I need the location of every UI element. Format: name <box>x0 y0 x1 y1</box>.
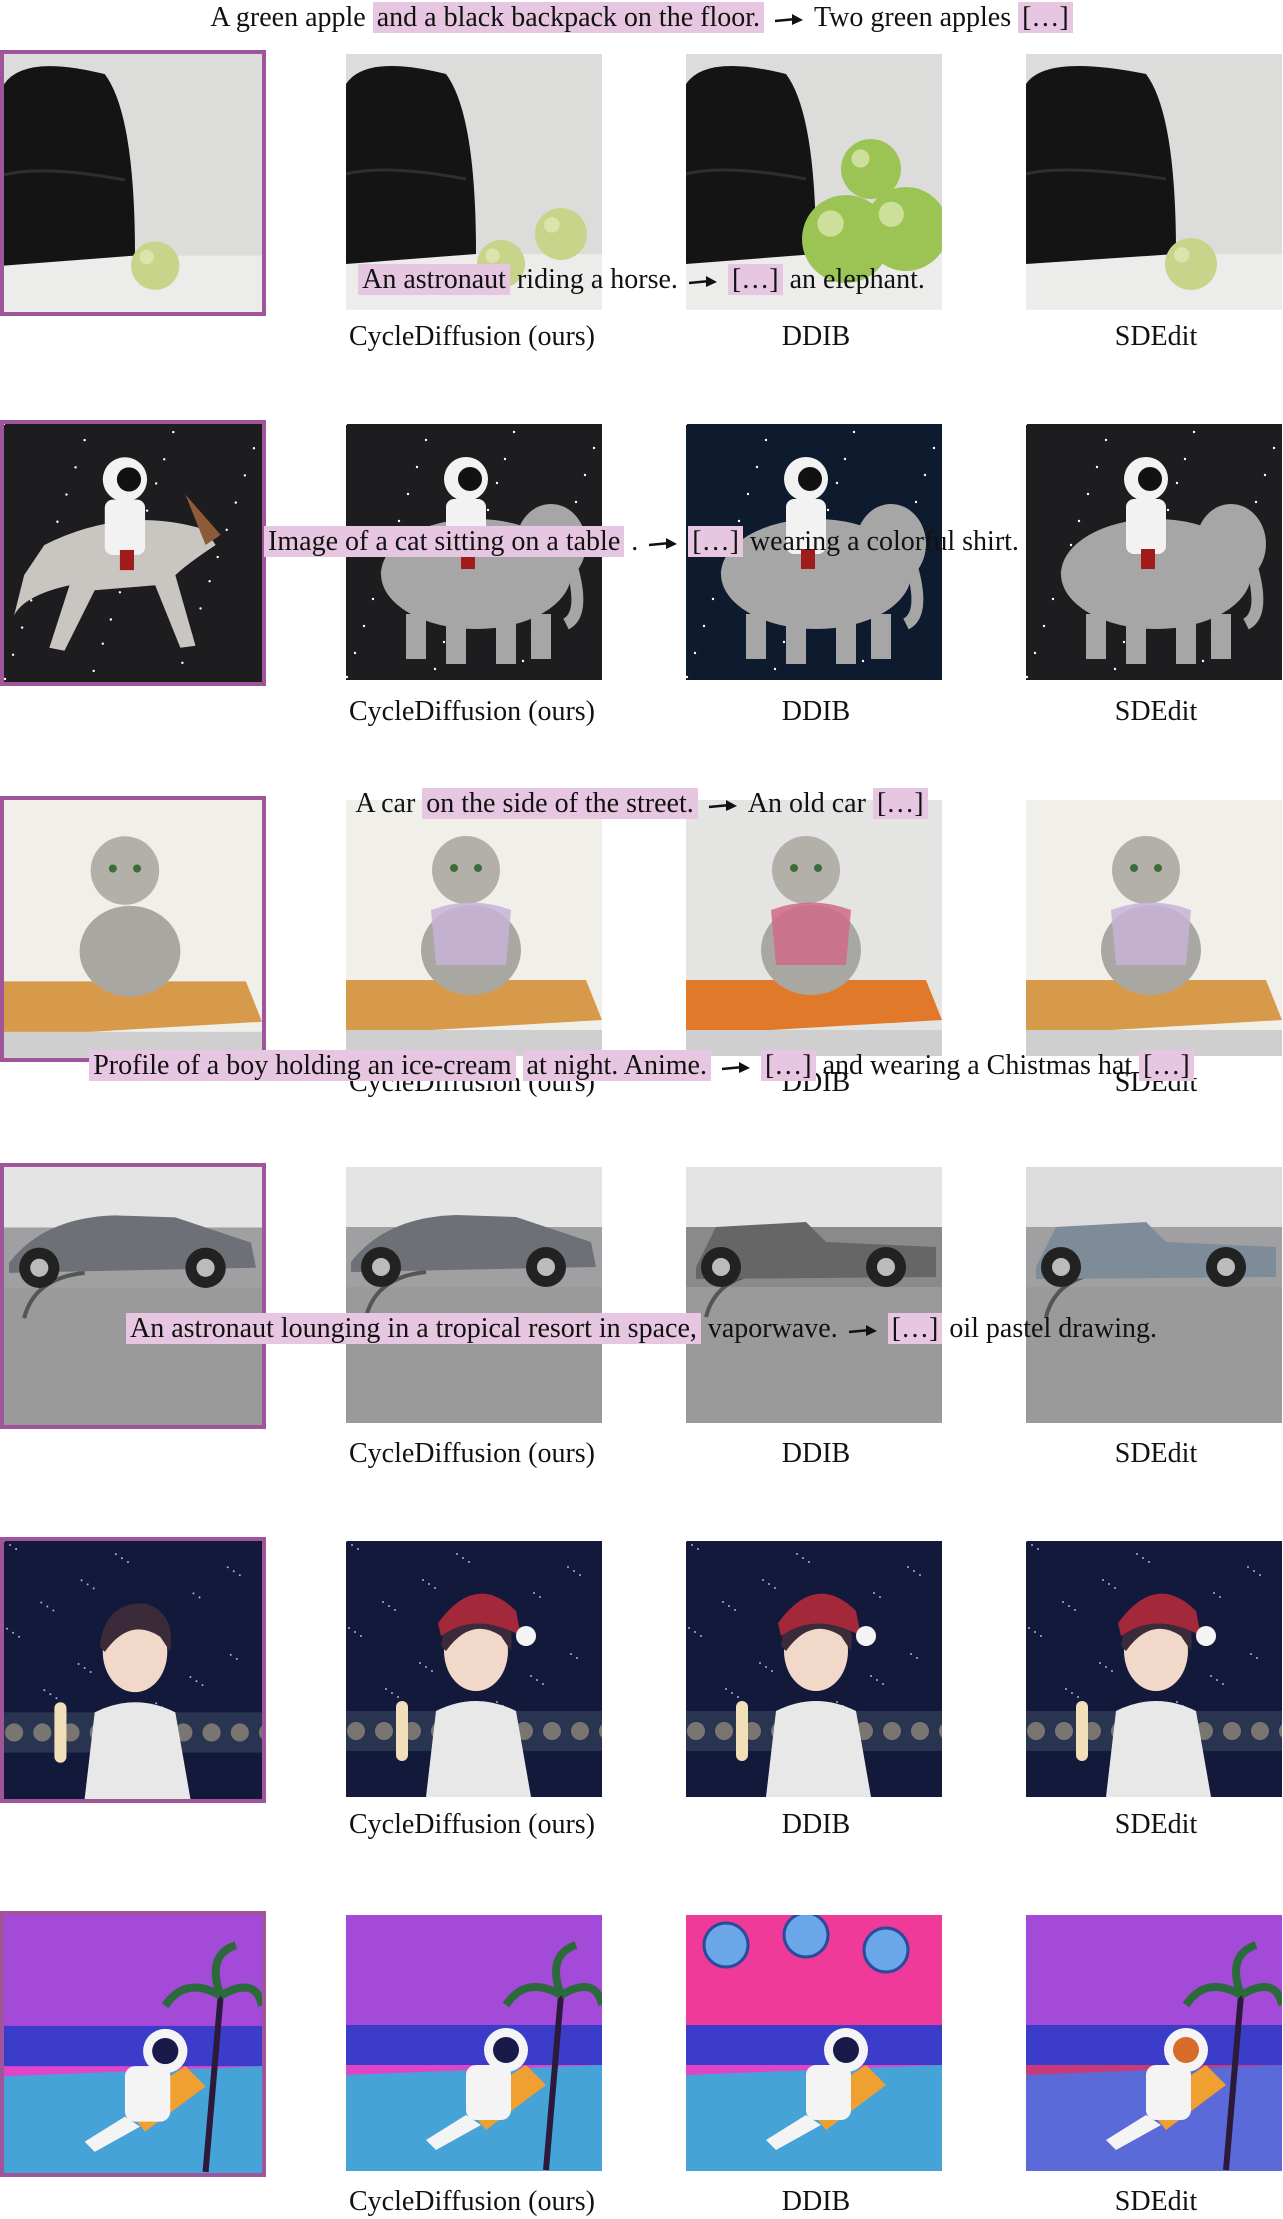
result-image <box>686 1541 942 1797</box>
result-image <box>346 1167 602 1423</box>
caption-text: vaporwave. <box>700 1313 838 1344</box>
caption-text: wearing a colorful shirt. <box>742 526 1019 557</box>
arrow-right-icon <box>708 786 738 822</box>
arrow-right-icon <box>688 262 718 298</box>
arrow-right-icon <box>721 1048 751 1084</box>
caption-text: and wearing a Chistmas hat <box>815 1050 1140 1081</box>
result-image <box>1026 1541 1282 1797</box>
result-image-illustration <box>686 800 942 1056</box>
arrow-right-icon <box>774 0 804 36</box>
method-label: SDEdit <box>1114 321 1198 352</box>
result-image <box>686 1915 942 2171</box>
row-caption: An astronaut lounging in a tropical reso… <box>0 1311 1283 1347</box>
method-label: CycleDiffusion (ours) <box>349 1438 595 1469</box>
caption-text: oil pastel drawing. <box>942 1313 1157 1344</box>
caption-text <box>516 1050 523 1081</box>
caption-highlight: […] <box>1139 1050 1194 1081</box>
source-image <box>0 1911 266 2177</box>
method-label: SDEdit <box>1114 1438 1198 1469</box>
arrow-right-icon <box>848 1311 878 1347</box>
source-image-illustration <box>4 1541 262 1799</box>
caption-text: an elephant. <box>782 264 925 295</box>
method-label: SDEdit <box>1114 696 1198 727</box>
caption-highlight: […] <box>1018 2 1073 33</box>
result-image <box>1026 1167 1282 1423</box>
method-label: SDEdit <box>1114 2186 1198 2217</box>
result-image-illustration <box>346 1167 602 1423</box>
result-image-illustration <box>1026 1541 1282 1797</box>
source-image-illustration <box>4 1915 262 2173</box>
result-image-illustration <box>686 1541 942 1797</box>
result-image <box>686 1167 942 1423</box>
caption-text: An old car <box>747 788 873 819</box>
row-caption: Image of a cat sitting on a table . […] w… <box>0 524 1283 560</box>
method-label: CycleDiffusion (ours) <box>349 1809 595 1840</box>
result-image <box>686 800 942 1056</box>
method-label: CycleDiffusion (ours) <box>349 321 595 352</box>
caption-highlight: and a black backpack on the floor. <box>372 2 765 33</box>
result-image-illustration <box>1026 1167 1282 1423</box>
result-image-illustration <box>346 800 602 1056</box>
result-image <box>1026 800 1282 1056</box>
caption-highlight: […] <box>760 1050 816 1081</box>
caption-highlight: An astronaut lounging in a tropical reso… <box>126 1313 701 1344</box>
caption-text: A car <box>355 788 423 819</box>
result-image-illustration <box>1026 1915 1282 2171</box>
row-caption: A car on the side of the street. An old c… <box>0 786 1283 822</box>
row-caption: Profile of a boy holding an ice-cream at… <box>0 1048 1283 1084</box>
source-image-illustration <box>4 800 262 1058</box>
method-label: CycleDiffusion (ours) <box>349 2186 595 2217</box>
method-label: CycleDiffusion (ours) <box>349 696 595 727</box>
caption-highlight: […] <box>688 526 743 557</box>
method-label: SDEdit <box>1114 1809 1198 1840</box>
method-label: DDIB <box>781 1809 851 1840</box>
row-caption: An astronaut riding a horse. […] an eleph… <box>0 262 1283 298</box>
method-label: DDIB <box>781 1438 851 1469</box>
caption-highlight: Image of a cat sitting on a table <box>264 526 625 557</box>
caption-highlight: Profile of a boy holding an ice-cream <box>89 1050 516 1081</box>
caption-highlight: […] <box>872 788 928 819</box>
caption-highlight: […] <box>727 264 783 295</box>
result-image <box>1026 1915 1282 2171</box>
caption-highlight: at night. Anime. <box>522 1050 711 1081</box>
result-image-illustration <box>686 1167 942 1423</box>
method-label: DDIB <box>781 696 851 727</box>
result-image <box>346 1541 602 1797</box>
source-image <box>0 1163 266 1429</box>
result-image-illustration <box>1026 800 1282 1056</box>
method-label: DDIB <box>781 2186 851 2217</box>
caption-text: A green apple <box>210 2 373 33</box>
caption-highlight: on the side of the street. <box>422 788 698 819</box>
result-image <box>346 1915 602 2171</box>
result-image-illustration <box>686 1915 942 2171</box>
row-caption: A green apple and a black backpack on th… <box>0 0 1283 36</box>
result-image-illustration <box>346 1915 602 2171</box>
caption-text: Two green apples <box>814 2 1019 33</box>
caption-highlight: An astronaut <box>358 264 510 295</box>
method-label: DDIB <box>781 321 851 352</box>
source-image <box>0 1537 266 1803</box>
caption-text: . <box>624 526 639 557</box>
result-image <box>346 800 602 1056</box>
arrow-right-icon <box>648 524 678 560</box>
result-image-illustration <box>346 1541 602 1797</box>
source-image-illustration <box>4 1167 262 1425</box>
caption-text: riding a horse. <box>509 264 678 295</box>
source-image <box>0 796 266 1062</box>
caption-highlight: […] <box>887 1313 943 1344</box>
